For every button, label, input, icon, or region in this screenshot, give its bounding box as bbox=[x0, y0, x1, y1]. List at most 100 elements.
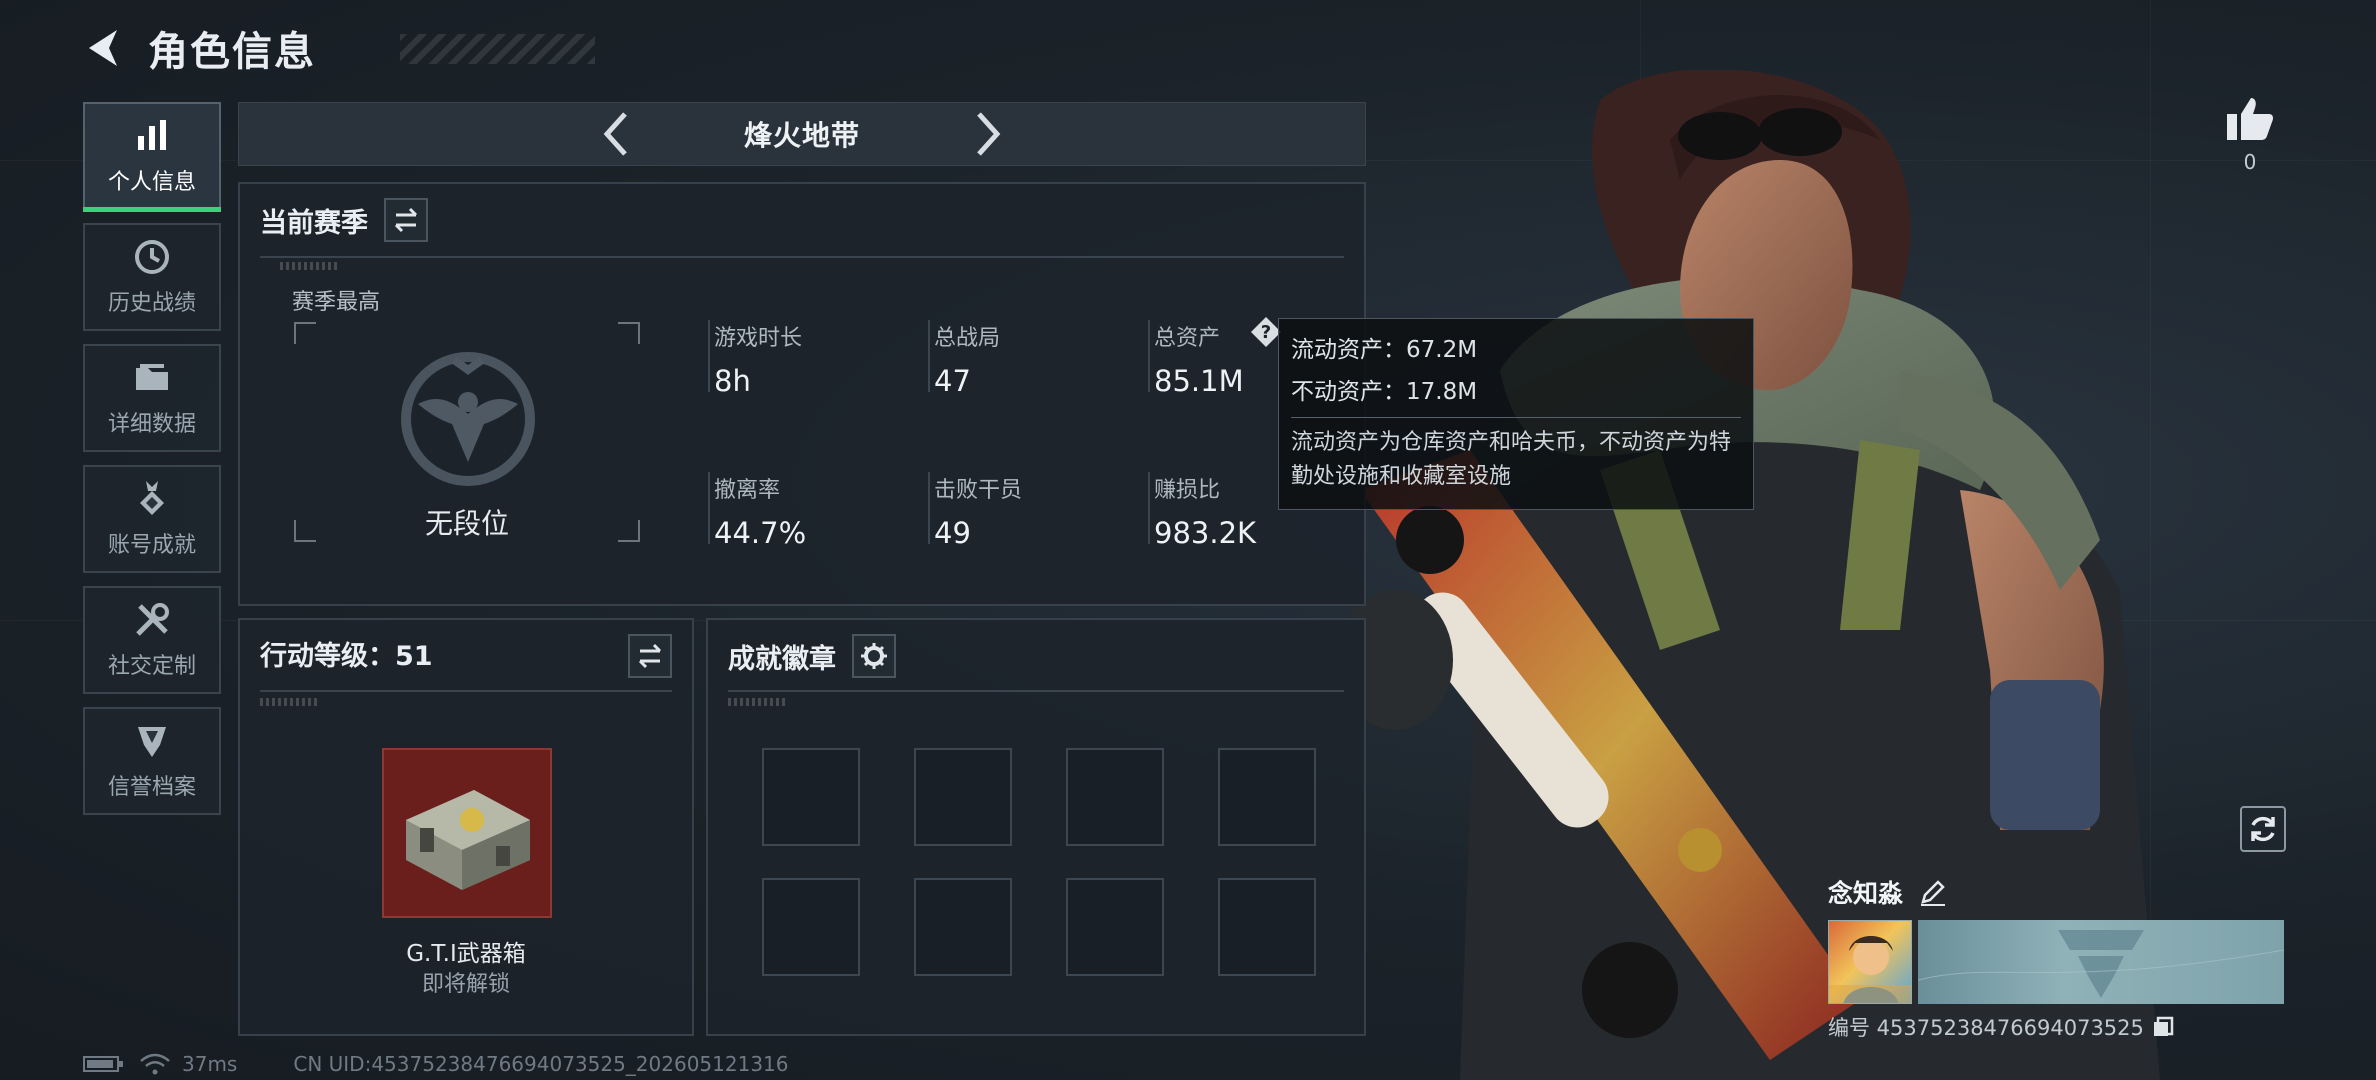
player-name-row: 念知淼 bbox=[1828, 872, 2288, 912]
player-name: 念知淼 bbox=[1828, 879, 1904, 908]
sidebar-item-label: 信誉档案 bbox=[107, 775, 196, 800]
sidebar-item-label: 个人信息 bbox=[107, 170, 196, 195]
stat-play-time: 游戏时长 8h bbox=[708, 320, 803, 398]
stat-label: 赚损比 bbox=[1154, 478, 1221, 503]
status-bar: 37ms CN UID:45375238476694073525_2026051… bbox=[82, 1052, 789, 1076]
stat-total-matches: 总战局 47 bbox=[928, 320, 1000, 398]
chevron-left-icon bbox=[603, 112, 627, 156]
stat-label: 击败干员 bbox=[934, 478, 1023, 503]
back-button[interactable] bbox=[80, 23, 130, 73]
rotate-icon bbox=[2251, 816, 2275, 842]
assets-note: 流动资产为仓库资产和哈夫币，不动资产为特勤处设施和收藏室设施 bbox=[1291, 430, 1732, 489]
svg-text:?: ? bbox=[1261, 322, 1271, 343]
player-id: 编号 453752384766940735​25 bbox=[1828, 1016, 2144, 1040]
badges-header: 成就徽章 bbox=[728, 634, 896, 678]
title-decoration bbox=[400, 34, 595, 64]
copy-icon[interactable] bbox=[2152, 1016, 2174, 1038]
stat-value: 983.2K bbox=[1154, 516, 1257, 550]
reward-item-slot[interactable] bbox=[382, 748, 552, 918]
battery-icon bbox=[83, 1056, 123, 1072]
rank-label: 赛季最高 bbox=[292, 290, 381, 315]
badge-slot[interactable] bbox=[762, 878, 860, 976]
rank-name: 无段位 bbox=[424, 507, 509, 540]
liquid-assets-text: 流动资产：67.2M bbox=[1291, 337, 1478, 363]
sidebar-item-personal-info[interactable]: 个人信息 bbox=[83, 102, 221, 212]
reward-name: G.T.I武器箱 bbox=[406, 941, 526, 967]
screen: 角色信息 个人信息 历史战绩 详细数据 账号成就 社交定制 信誉档案 烽火地带 … bbox=[0, 0, 2376, 1080]
shield-icon bbox=[138, 727, 166, 757]
edit-pencil-icon[interactable] bbox=[1919, 878, 1947, 906]
sidebar-item-label: 历史战绩 bbox=[107, 291, 196, 316]
badge-slot[interactable] bbox=[1066, 748, 1164, 846]
swap-arrows-icon bbox=[638, 643, 662, 669]
season-panel: 当前赛季 赛季最高 无段位 游戏时长 8h 总战局 47 总资产 85.1M ?… bbox=[238, 182, 1366, 606]
action-level-panel: 行动等级：51 G.T.I武器箱 即将解锁 bbox=[238, 618, 694, 1036]
stat-extract-rate: 撤离率 44.7% bbox=[708, 472, 806, 550]
sidebar-item-social-custom[interactable]: 社交定制 bbox=[83, 586, 221, 694]
badges-settings-button[interactable] bbox=[852, 634, 896, 678]
like-button[interactable]: 0 bbox=[2220, 96, 2280, 174]
badges-title: 成就徽章 bbox=[728, 643, 836, 675]
achievement-badges-panel: 成就徽章 bbox=[706, 618, 1366, 1036]
stat-value: 49 bbox=[934, 516, 971, 550]
player-banner[interactable] bbox=[1918, 920, 2284, 1004]
stat-label: 撤离率 bbox=[714, 478, 781, 503]
player-card: 念知淼 bbox=[1828, 872, 2288, 1042]
stat-label: 游戏时长 bbox=[714, 326, 803, 351]
season-title: 当前赛季 bbox=[260, 207, 368, 239]
bar-chart-icon bbox=[138, 120, 166, 150]
sidebar-item-achievements[interactable]: 账号成就 bbox=[83, 465, 221, 573]
decoration bbox=[728, 698, 788, 706]
divider bbox=[260, 256, 1344, 258]
fixed-assets-text: 不动资产：17.8M bbox=[1291, 379, 1478, 405]
sidebar: 个人信息 历史战绩 详细数据 账号成就 社交定制 信誉档案 bbox=[83, 102, 221, 828]
like-count: 0 bbox=[2243, 150, 2257, 174]
sidebar-item-reputation[interactable]: 信誉档案 bbox=[83, 707, 221, 815]
avatar-image bbox=[1829, 936, 1911, 1003]
mode-title: 烽火地带 bbox=[743, 119, 860, 152]
badge-slot[interactable] bbox=[914, 878, 1012, 976]
level-title: 行动等级：51 bbox=[260, 641, 433, 672]
banner-emblem-image bbox=[1918, 930, 2284, 998]
stat-profit-loss-ratio: 赚损比 983.2K bbox=[1148, 472, 1257, 550]
tools-icon bbox=[136, 603, 169, 636]
gear-icon bbox=[861, 643, 887, 669]
level-header: 行动等级：51 bbox=[260, 634, 433, 673]
stat-value: 85.1M bbox=[1154, 364, 1244, 398]
ping-text: 37ms bbox=[182, 1052, 238, 1076]
level-switch-button[interactable] bbox=[628, 634, 672, 678]
season-header: 当前赛季 bbox=[260, 198, 428, 242]
badge-slot[interactable] bbox=[762, 748, 860, 846]
folder-icon bbox=[136, 364, 168, 390]
divider bbox=[260, 690, 672, 692]
badge-slot[interactable] bbox=[1218, 748, 1316, 846]
sidebar-item-history[interactable]: 历史战绩 bbox=[83, 223, 221, 331]
chevron-right-icon bbox=[977, 112, 1001, 156]
decoration bbox=[260, 698, 320, 706]
badge-slot[interactable] bbox=[1218, 878, 1316, 976]
sidebar-item-label: 账号成就 bbox=[107, 533, 196, 558]
thumbs-up-icon bbox=[2227, 98, 2273, 140]
divider bbox=[728, 690, 1344, 692]
sidebar-item-label: 社交定制 bbox=[107, 654, 196, 679]
mode-next-button[interactable] bbox=[963, 109, 1013, 159]
player-id-row: 编号 453752384766940735​25 bbox=[1828, 1012, 2288, 1042]
badge-slot[interactable] bbox=[1066, 878, 1164, 976]
divider bbox=[1291, 417, 1741, 418]
rank-emblem-icon bbox=[401, 352, 535, 486]
stat-total-assets: 总资产 85.1M bbox=[1148, 320, 1244, 398]
swap-arrows-icon bbox=[394, 207, 418, 233]
sidebar-item-detailed-data[interactable]: 详细数据 bbox=[83, 344, 221, 452]
season-switch-button[interactable] bbox=[384, 198, 428, 242]
assets-tooltip: 流动资产：67.2M 不动资产：17.8M 流动资产为仓库资产和哈夫币，不动资产… bbox=[1278, 318, 1754, 510]
weapon-crate-icon bbox=[406, 790, 530, 890]
history-clock-icon bbox=[135, 240, 169, 274]
badge-slot[interactable] bbox=[914, 748, 1012, 846]
back-arrow-icon bbox=[89, 30, 117, 66]
rotate-character-button[interactable] bbox=[2240, 806, 2286, 852]
stat-value: 47 bbox=[934, 364, 971, 398]
mode-selector: 烽火地带 bbox=[238, 102, 1366, 166]
mode-prev-button[interactable] bbox=[591, 109, 641, 159]
player-card-visuals bbox=[1828, 920, 2288, 1004]
avatar[interactable] bbox=[1828, 920, 1912, 1004]
